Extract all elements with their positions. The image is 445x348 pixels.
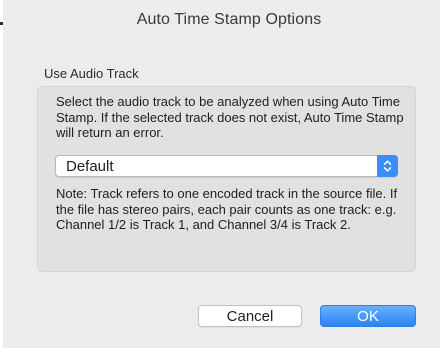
cancel-button[interactable]: Cancel [198, 305, 302, 327]
dialog-titlebar: Auto Time Stamp Options [3, 0, 437, 40]
track-description: Select the audio track to be analyzed wh… [56, 94, 404, 140]
dialog-title: Auto Time Stamp Options [136, 10, 322, 28]
audio-track-select-value: Default [66, 158, 114, 175]
ok-button[interactable]: OK [320, 305, 416, 327]
up-down-chevron-icon[interactable] [377, 155, 398, 177]
use-audio-track-group: Select the audio track to be analyzed wh… [37, 86, 416, 272]
track-note: Note: Track refers to one encoded track … [56, 186, 398, 232]
use-audio-track-label: Use Audio Track [44, 66, 139, 81]
auto-time-stamp-options-dialog: Auto Time Stamp Options Use Audio Track … [3, 0, 440, 348]
audio-track-select[interactable]: Default [55, 155, 398, 177]
